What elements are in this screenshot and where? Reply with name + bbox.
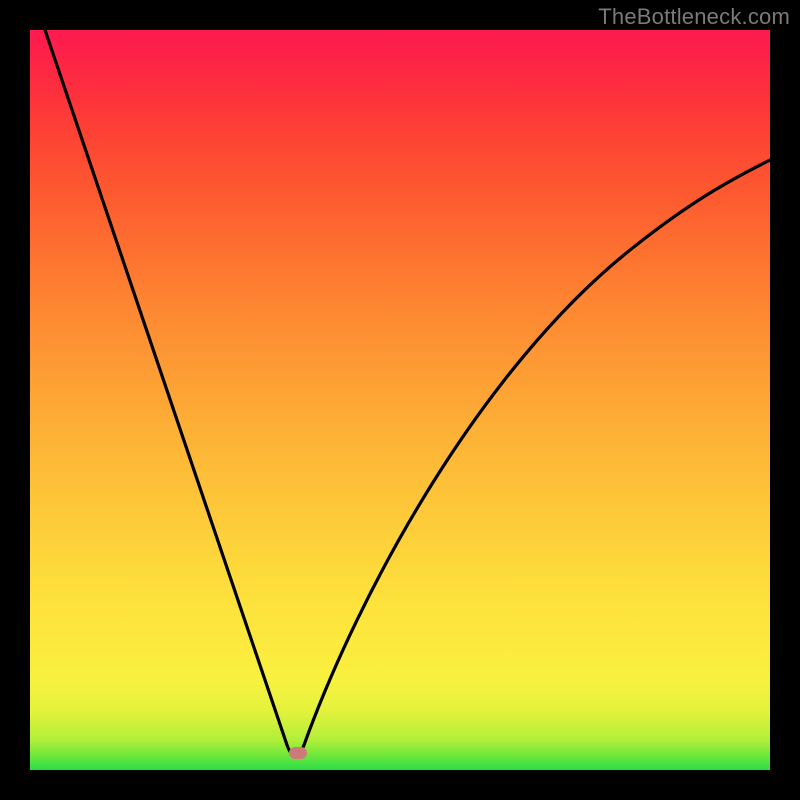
chart-frame: TheBottleneck.com [0,0,800,800]
watermark-text: TheBottleneck.com [598,4,790,30]
plot-area [30,30,770,770]
optimal-marker [289,747,307,759]
curve-path [45,30,770,756]
bottleneck-curve [30,30,770,770]
